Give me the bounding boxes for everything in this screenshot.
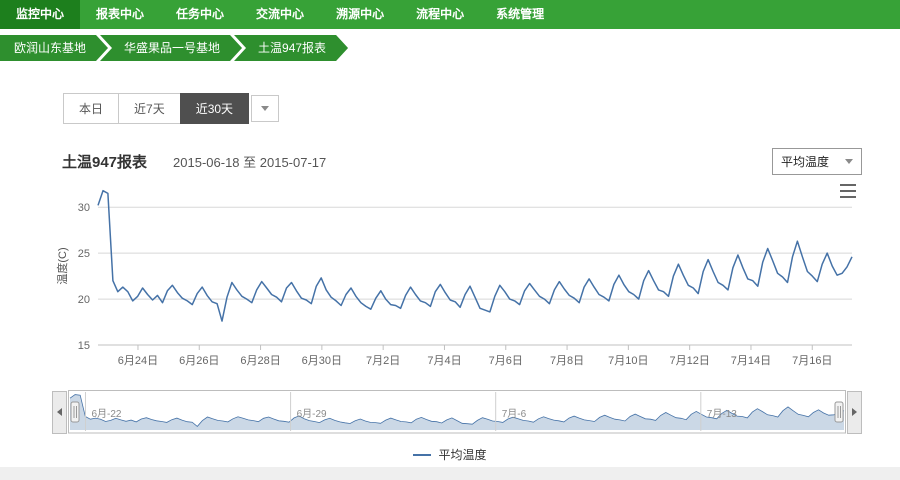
- breadcrumb-item-base[interactable]: 欧润山东基地: [0, 35, 108, 61]
- chevron-down-icon: [261, 106, 269, 111]
- date-range-tabs: 本日 近7天 近30天: [64, 93, 900, 124]
- svg-text:6月-29: 6月-29: [297, 408, 327, 420]
- legend-line-swatch: [413, 454, 431, 456]
- tab-dropdown-button[interactable]: [251, 95, 279, 122]
- svg-text:6月30日: 6月30日: [302, 355, 342, 367]
- scroll-left-button[interactable]: [52, 391, 67, 434]
- svg-text:7月-6: 7月-6: [502, 408, 527, 420]
- chart-export-menu-icon[interactable]: [838, 183, 858, 199]
- svg-text:7月2日: 7月2日: [366, 355, 400, 367]
- tab-last-7-days[interactable]: 近7天: [118, 93, 181, 124]
- top-navbar: 监控中心 报表中心 任务中心 交流中心 溯源中心 流程中心 系统管理: [0, 0, 900, 29]
- metric-select[interactable]: 平均温度: [772, 148, 862, 175]
- svg-text:30: 30: [78, 202, 90, 214]
- nav-item-process-center[interactable]: 流程中心: [400, 0, 480, 29]
- title-row: 土温947报表 2015-06-18 至 2015-07-17 平均温度: [62, 148, 862, 175]
- temperature-line-chart[interactable]: 15 20 25 30 6月24日 6月26日 6月28日 6月30日 7月2日 7月4日 7月6日…: [52, 181, 862, 381]
- arrow-left-icon: [57, 408, 62, 416]
- tab-today[interactable]: 本日: [63, 93, 119, 124]
- svg-text:7月16日: 7月16日: [792, 355, 832, 367]
- svg-text:6月24日: 6月24日: [118, 355, 158, 367]
- temperature-chart-panel: 15 20 25 30 6月24日 6月26日 6月28日 6月30日 7月2日 7月4日 7月6日…: [52, 181, 862, 386]
- navigator-left-handle[interactable]: [71, 402, 79, 422]
- navigator-right-handle[interactable]: [835, 402, 843, 422]
- svg-text:6月28日: 6月28日: [240, 355, 280, 367]
- nav-item-report-center[interactable]: 报表中心: [80, 0, 160, 29]
- tab-last-30-days[interactable]: 近30天: [180, 93, 249, 124]
- arrow-right-icon: [852, 408, 857, 416]
- nav-item-traceability-center[interactable]: 溯源中心: [320, 0, 400, 29]
- nav-item-communication-center[interactable]: 交流中心: [240, 0, 320, 29]
- svg-text:7月8日: 7月8日: [550, 355, 584, 367]
- svg-text:15: 15: [78, 340, 90, 352]
- bottom-strip: [0, 467, 900, 480]
- legend-series-label: 平均温度: [438, 446, 486, 463]
- svg-text:7月10日: 7月10日: [608, 355, 648, 367]
- svg-text:20: 20: [78, 294, 90, 306]
- navigator-chart[interactable]: 6月-22 6月-29 7月-6 7月-13: [68, 390, 846, 434]
- chevron-down-icon: [845, 159, 853, 164]
- svg-text:25: 25: [78, 248, 90, 260]
- svg-text:7月-13: 7月-13: [707, 408, 737, 420]
- svg-text:温度(C): 温度(C): [55, 247, 69, 284]
- svg-text:7月4日: 7月4日: [427, 355, 461, 367]
- breadcrumb-item-report[interactable]: 土温947报表: [234, 35, 348, 61]
- metric-select-value: 平均温度: [781, 153, 829, 170]
- svg-text:6月-22: 6月-22: [91, 408, 121, 420]
- page-title: 土温947报表: [62, 151, 147, 172]
- nav-item-monitor-center[interactable]: 监控中心: [0, 0, 80, 29]
- chart-navigator-row: 6月-22 6月-29 7月-6 7月-13: [52, 390, 862, 434]
- svg-text:7月6日: 7月6日: [489, 355, 523, 367]
- svg-text:7月12日: 7月12日: [669, 355, 709, 367]
- nav-item-system-management[interactable]: 系统管理: [480, 0, 560, 29]
- scroll-right-button[interactable]: [847, 391, 862, 434]
- breadcrumb: 欧润山东基地 华盛果品一号基地 土温947报表: [0, 33, 900, 63]
- breadcrumb-item-orchard[interactable]: 华盛果品一号基地: [100, 35, 242, 61]
- nav-item-task-center[interactable]: 任务中心: [160, 0, 240, 29]
- svg-text:7月14日: 7月14日: [731, 355, 771, 367]
- date-range-label: 2015-06-18 至 2015-07-17: [173, 152, 326, 171]
- svg-text:6月26日: 6月26日: [179, 355, 219, 367]
- chart-legend[interactable]: 平均温度: [0, 446, 900, 463]
